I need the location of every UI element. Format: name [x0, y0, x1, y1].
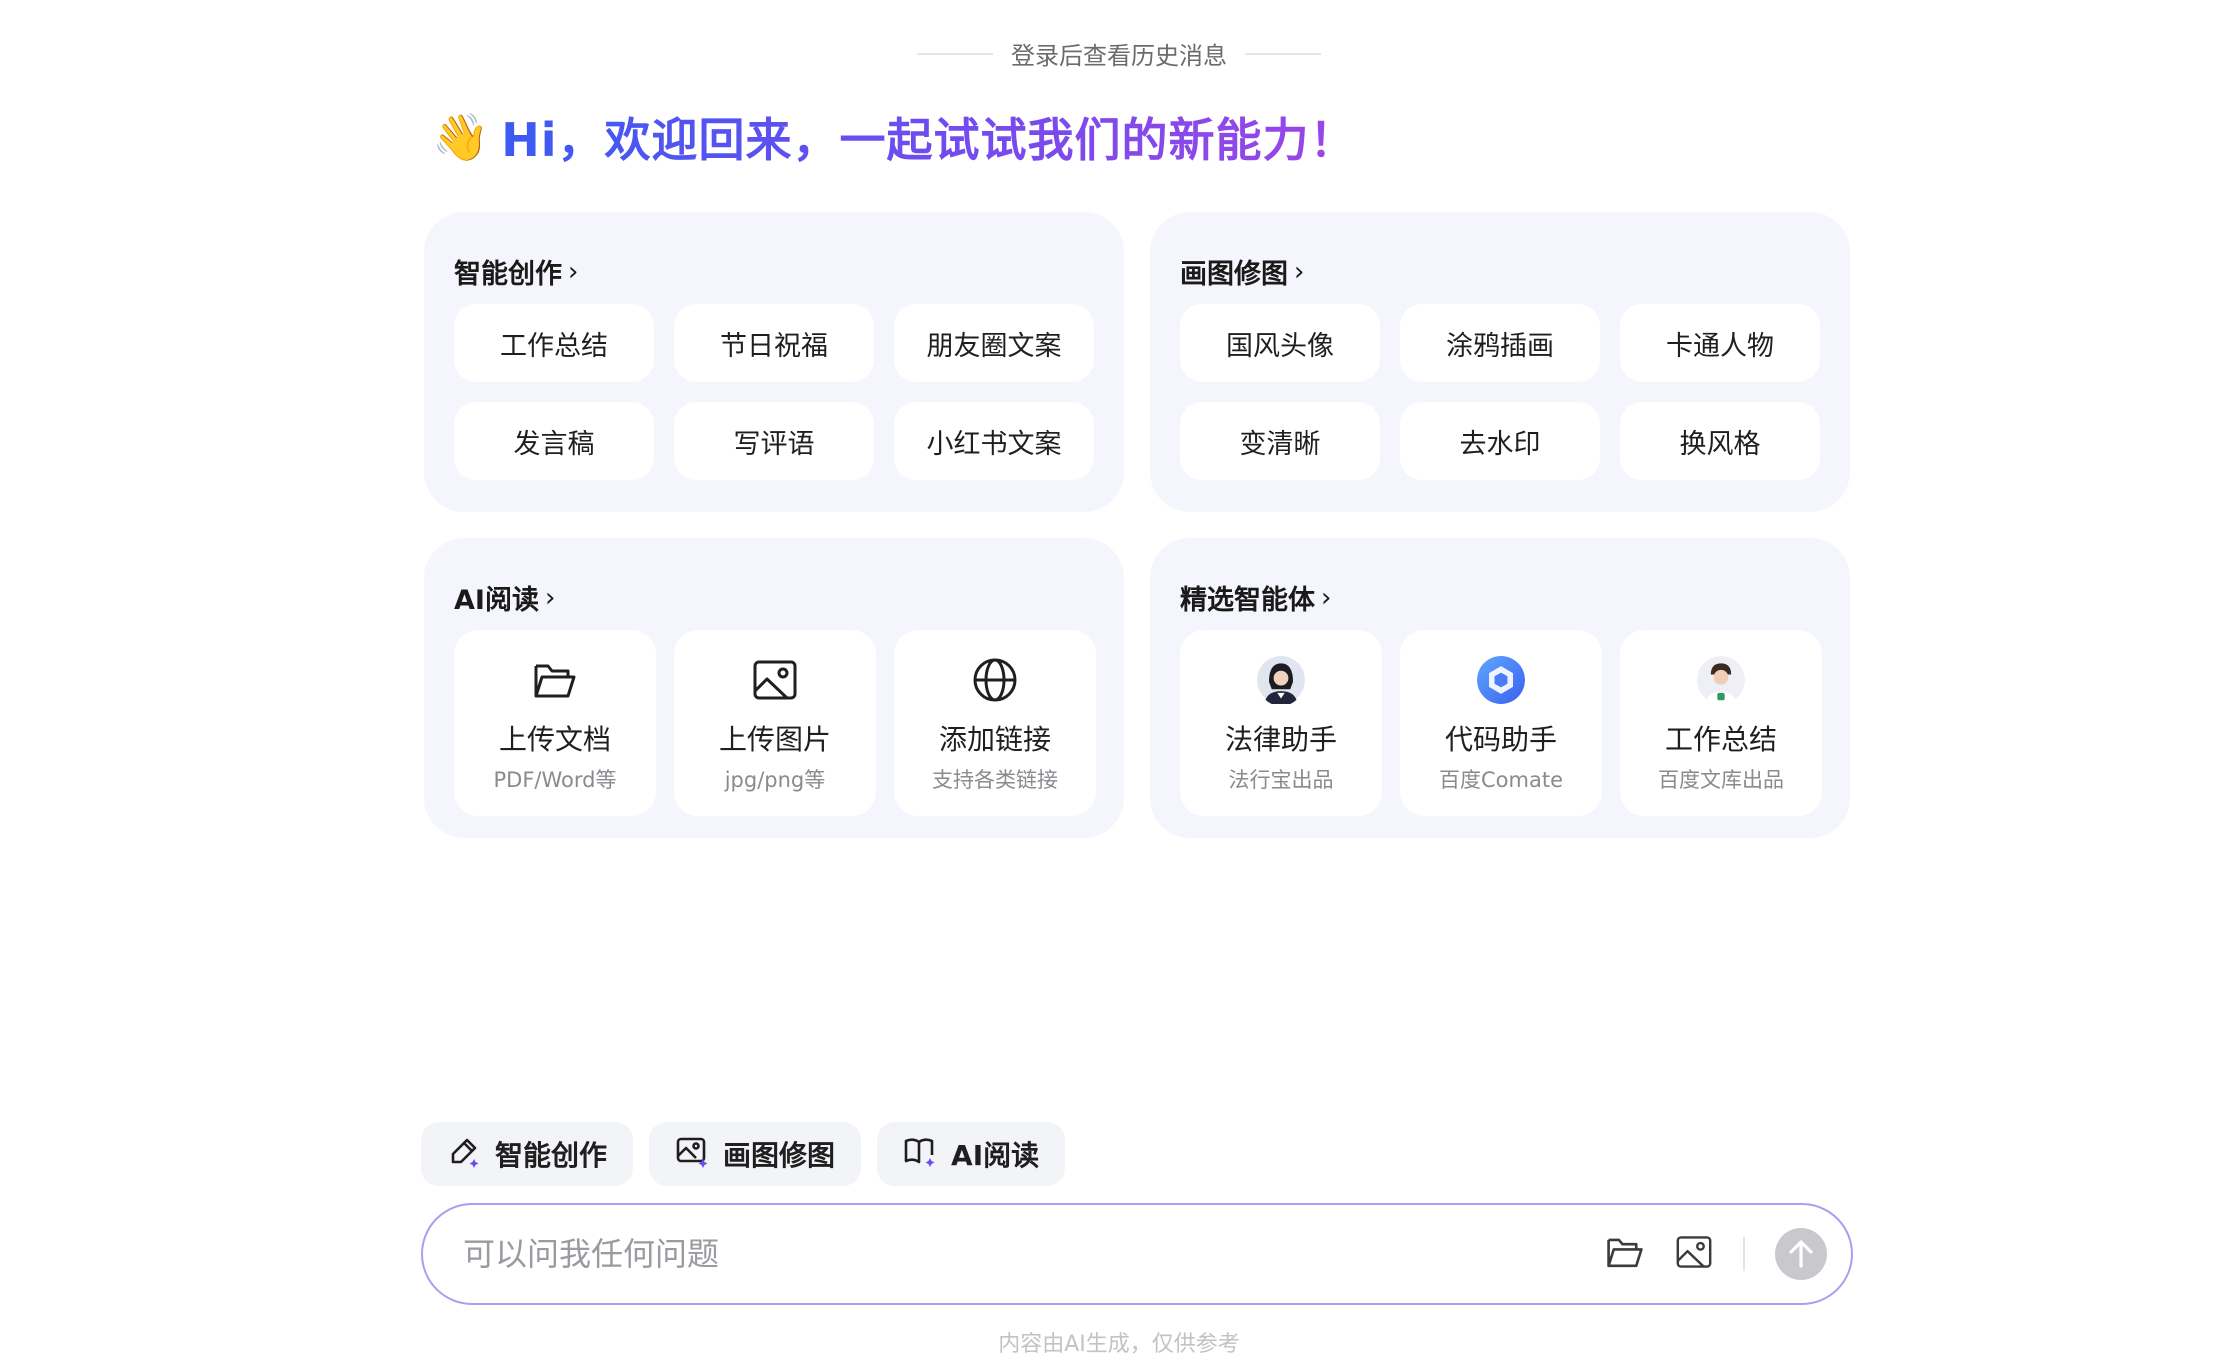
tile-subtitle: 百度文库出品 [1658, 768, 1784, 792]
chevron-right-icon: › [1321, 582, 1332, 613]
greeting-text: Hi，欢迎回来，一起试试我们的新能力！ [501, 104, 1356, 170]
image-icon [751, 656, 799, 704]
history-hint-text[interactable]: 登录后查看历史消息 [1011, 36, 1227, 71]
input-actions [1605, 1205, 1827, 1303]
pen-sparkle-icon [447, 1134, 481, 1175]
divider-line [1245, 52, 1321, 55]
smart-create-title[interactable]: 智能创作 › [454, 252, 578, 291]
greeting: 👋 Hi，欢迎回来，一起试试我们的新能力！ [432, 104, 1357, 170]
chip-moments-copy[interactable]: 朋友圈文案 [894, 304, 1094, 382]
tile-subtitle: 法行宝出品 [1228, 768, 1334, 792]
work-summary-agent-tile[interactable]: 工作总结 百度文库出品 [1620, 630, 1822, 816]
card-title-label: 画图修图 [1180, 259, 1288, 290]
tile-title: 添加链接 [938, 723, 1051, 756]
chevron-right-icon: › [544, 582, 556, 613]
chip-change-style[interactable]: 换风格 [1620, 402, 1820, 480]
history-hint: 登录后查看历史消息 [0, 36, 2238, 71]
draw-title[interactable]: 画图修图 › [1180, 252, 1304, 291]
tile-subtitle: PDF/Word等 [493, 768, 617, 792]
tab-draw[interactable]: 画图修图 [649, 1122, 862, 1186]
tab-label: 画图修图 [723, 1139, 836, 1172]
ai-read-title[interactable]: AI阅读 › [454, 578, 555, 617]
tile-title: 代码助手 [1444, 723, 1557, 756]
comate-logo [1477, 656, 1525, 704]
legal-assistant-tile[interactable]: 法律助手 法行宝出品 [1180, 630, 1382, 816]
chip-work-summary[interactable]: 工作总结 [454, 304, 654, 382]
image-sparkle-icon [675, 1134, 709, 1175]
globe-icon [971, 656, 1019, 704]
arrow-up-icon [1789, 1240, 1813, 1268]
chevron-right-icon: › [1294, 256, 1305, 287]
lawyer-avatar [1257, 656, 1305, 704]
chip-enhance[interactable]: 变清晰 [1180, 402, 1380, 480]
divider-line [917, 52, 993, 55]
worker-avatar [1697, 656, 1745, 704]
chip-doodle[interactable]: 涂鸦插画 [1400, 304, 1600, 382]
upload-image-tile[interactable]: 上传图片 jpg/png等 [674, 630, 876, 816]
tab-label: 智能创作 [495, 1139, 608, 1172]
smart-create-card: 智能创作 › 工作总结 节日祝福 朋友圈文案 发言稿 写评语 小红书文案 [424, 212, 1124, 512]
card-title-label: AI阅读 [454, 585, 539, 616]
chevron-right-icon: › [568, 256, 579, 287]
chip-guofeng-avatar[interactable]: 国风头像 [1180, 304, 1380, 382]
tab-label: AI阅读 [951, 1139, 1040, 1172]
image-icon[interactable] [1675, 1235, 1713, 1273]
tile-subtitle: jpg/png等 [724, 768, 826, 792]
tile-title: 上传文档 [498, 723, 611, 756]
chip-holiday-wishes[interactable]: 节日祝福 [674, 304, 874, 382]
tile-title: 法律助手 [1224, 723, 1337, 756]
chip-speech[interactable]: 发言稿 [454, 402, 654, 480]
tab-smart-create[interactable]: 智能创作 [421, 1122, 634, 1186]
tile-title: 上传图片 [718, 723, 831, 756]
chat-input-box [421, 1203, 1853, 1305]
code-assistant-tile[interactable]: 代码助手 百度Comate [1400, 630, 1602, 816]
waving-hand-icon: 👋 [432, 110, 490, 164]
draw-card: 画图修图 › 国风头像 涂鸦插画 卡通人物 变清晰 去水印 换风格 [1150, 212, 1850, 512]
chip-xiaohongshu-copy[interactable]: 小红书文案 [894, 402, 1094, 480]
upload-document-tile[interactable]: 上传文档 PDF/Word等 [454, 630, 656, 816]
folder-icon[interactable] [1605, 1233, 1645, 1275]
send-button[interactable] [1775, 1228, 1827, 1280]
quick-tabs: 智能创作 画图修图 AI阅读 [421, 1122, 1066, 1186]
chip-remove-watermark[interactable]: 去水印 [1400, 402, 1600, 480]
ai-read-card: AI阅读 › 上传文档 PDF/Word等 上传图片 jpg/png等 添加链接… [424, 538, 1124, 838]
agents-card: 精选智能体 › 法律助手 法行宝出品 代码助手 百度Comate 工作总结 百度… [1150, 538, 1850, 838]
tile-subtitle: 百度Comate [1439, 768, 1563, 792]
agents-title[interactable]: 精选智能体 › [1180, 578, 1331, 617]
add-link-tile[interactable]: 添加链接 支持各类链接 [894, 630, 1096, 816]
folder-icon [531, 656, 579, 704]
tile-title: 工作总结 [1664, 723, 1777, 756]
card-title-label: 精选智能体 [1180, 585, 1315, 616]
card-title-label: 智能创作 [454, 259, 562, 290]
tab-ai-read[interactable]: AI阅读 [877, 1122, 1066, 1186]
book-sparkle-icon [903, 1134, 937, 1175]
chat-input[interactable] [461, 1234, 1565, 1274]
tile-subtitle: 支持各类链接 [932, 768, 1058, 792]
divider [1743, 1237, 1745, 1271]
chip-comments[interactable]: 写评语 [674, 402, 874, 480]
chip-cartoon[interactable]: 卡通人物 [1620, 304, 1820, 382]
footer-disclaimer: 内容由AI生成，仅供参考 [998, 1332, 1240, 1357]
